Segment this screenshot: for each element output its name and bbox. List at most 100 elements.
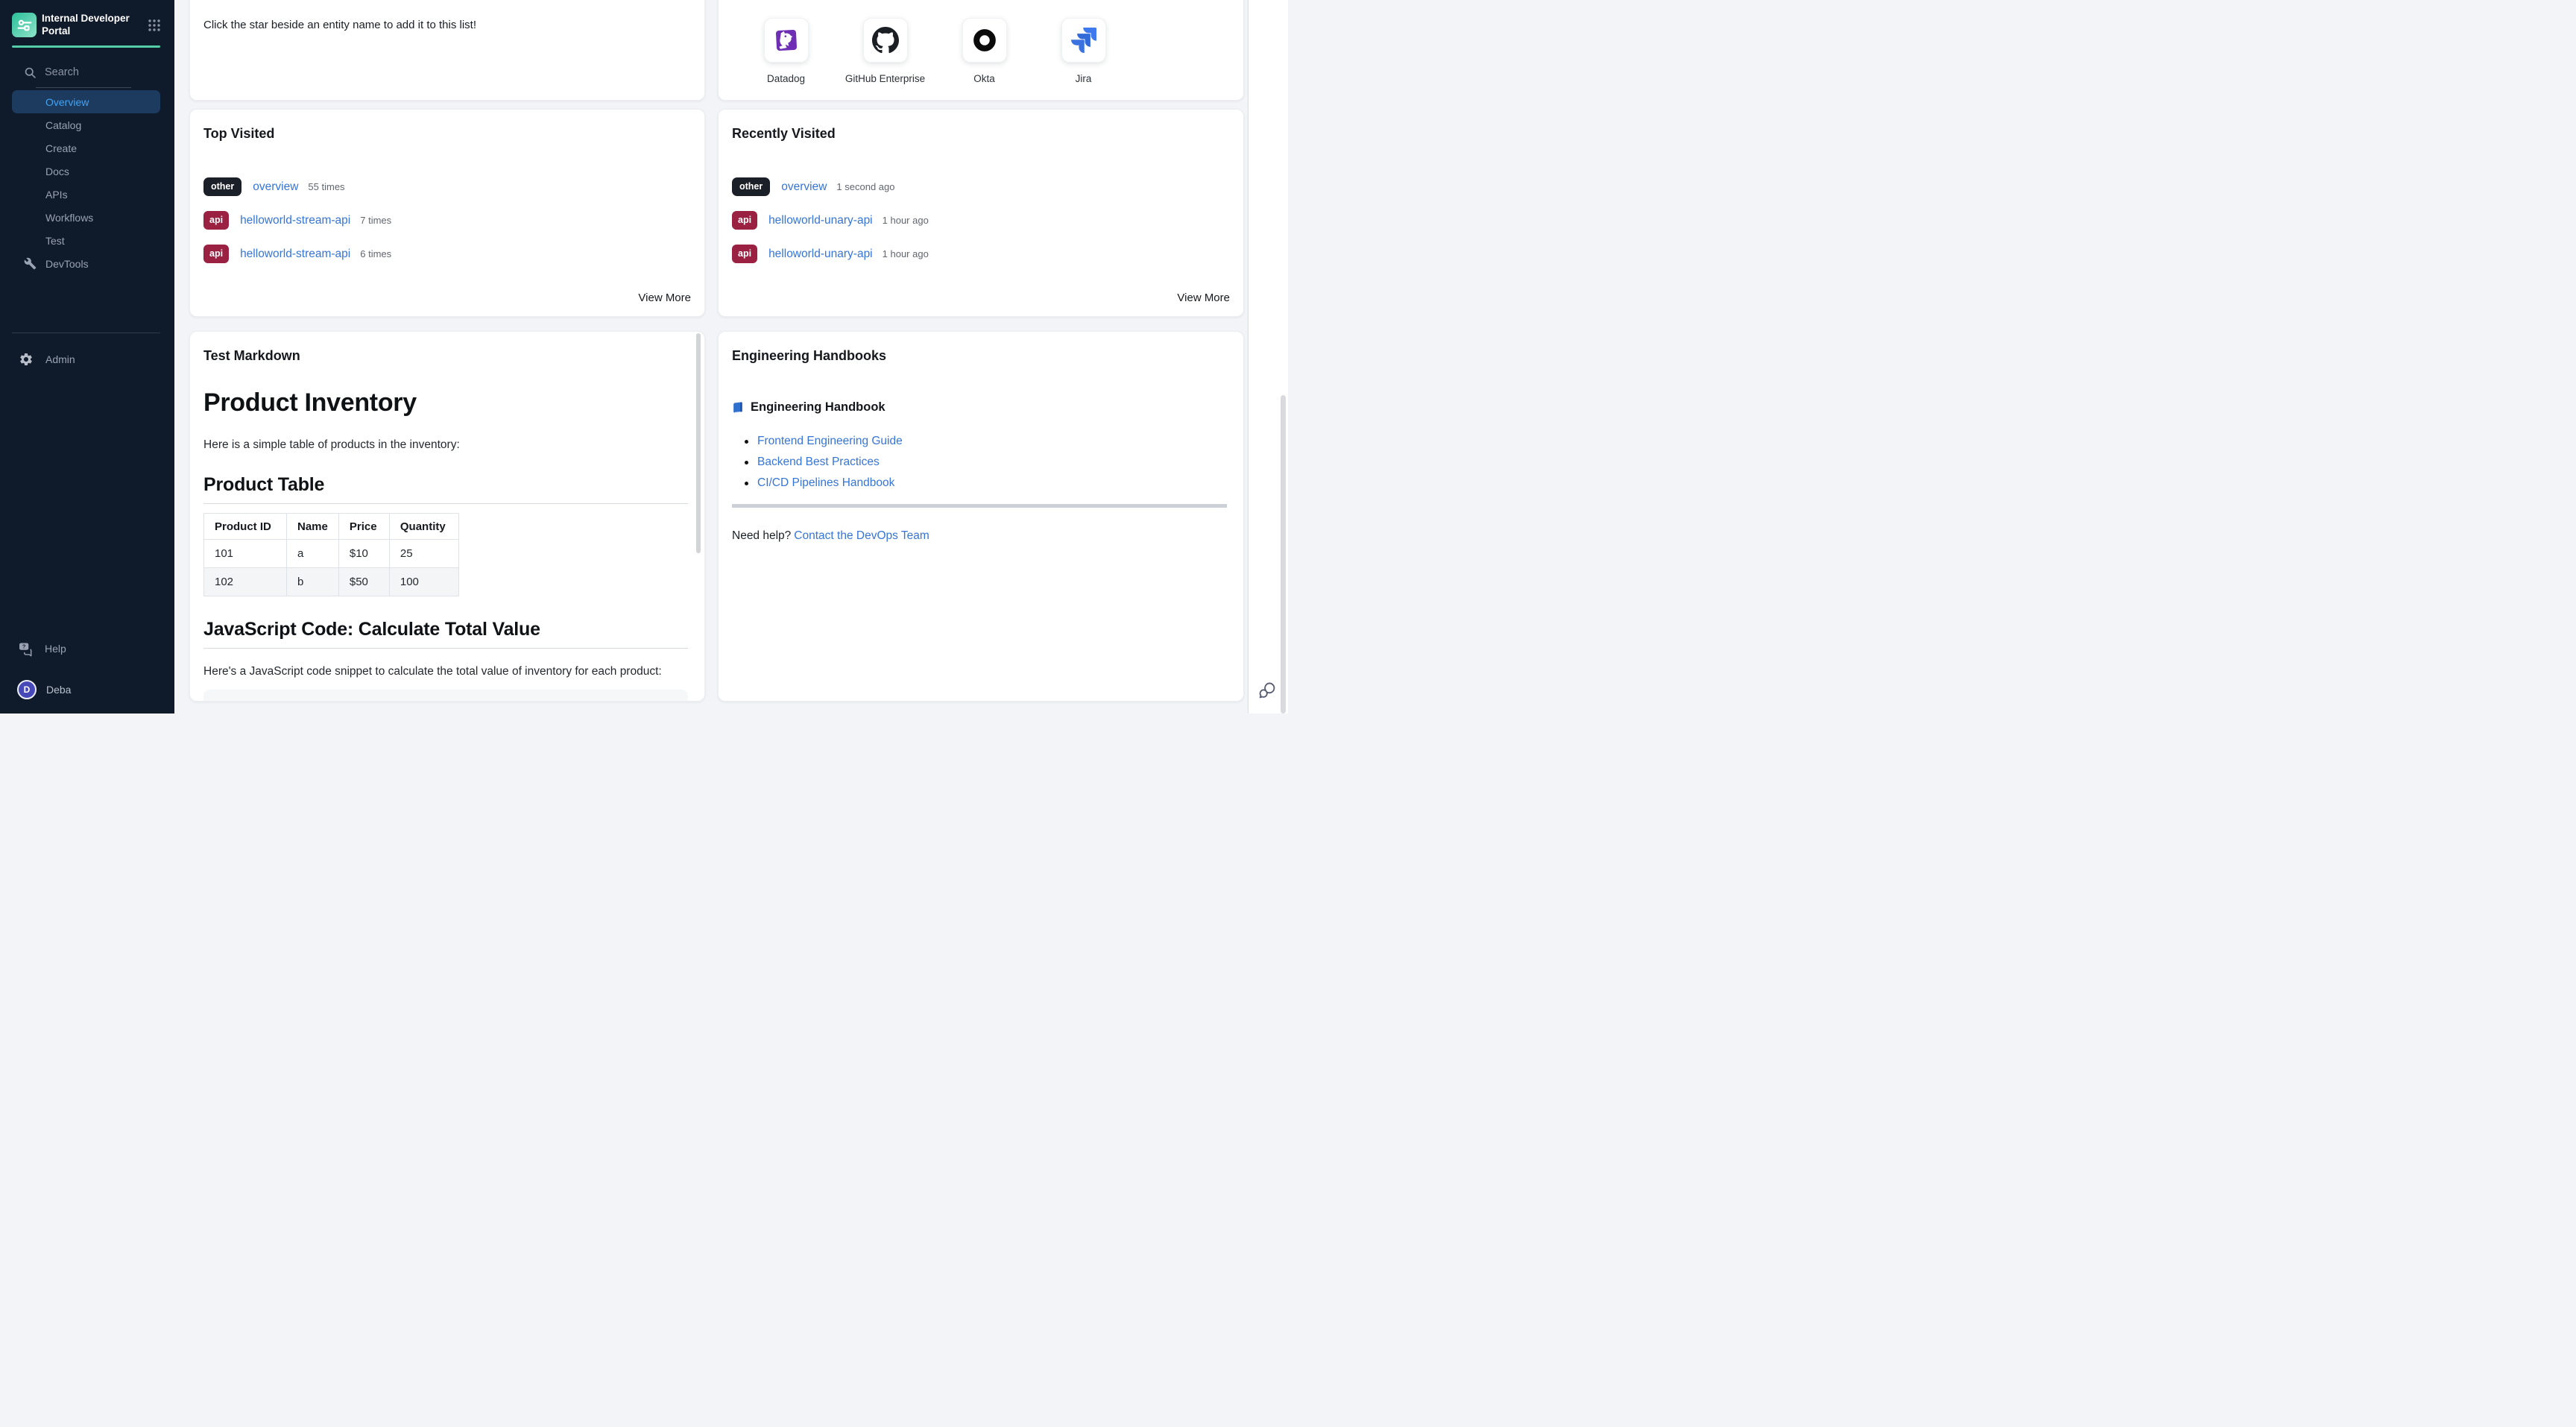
tile-jira[interactable]: Jira bbox=[1034, 18, 1133, 84]
list-item: other overview 1 second ago bbox=[732, 170, 1230, 204]
list-item: api helloworld-unary-api 1 hour ago bbox=[732, 237, 1230, 271]
table-header: Product ID bbox=[204, 514, 287, 540]
handbook-link[interactable]: Backend Best Practices bbox=[757, 456, 880, 469]
card-title: Engineering Handbooks bbox=[732, 348, 886, 364]
search-input[interactable]: Search bbox=[24, 63, 160, 82]
starred-entities-card: Click the star beside an entity name to … bbox=[189, 0, 705, 101]
sidebar-item-devtools[interactable]: DevTools bbox=[12, 252, 160, 275]
wrench-icon bbox=[24, 257, 37, 271]
search-icon bbox=[24, 66, 37, 79]
app-logo[interactable] bbox=[12, 13, 37, 37]
tile-github-enterprise[interactable]: GitHub Enterprise bbox=[836, 18, 935, 84]
handbook-links: Frontend Engineering Guide Backend Best … bbox=[757, 431, 903, 494]
sidebar-item-help[interactable]: ? Help bbox=[12, 637, 160, 660]
view-more-link[interactable]: View More bbox=[638, 292, 691, 304]
book-icon bbox=[732, 401, 745, 414]
markdown-h2-js-code: JavaScript Code: Calculate Total Value bbox=[203, 619, 688, 649]
tile-label: GitHub Enterprise bbox=[845, 73, 925, 84]
table-row: 102 b $50 100 bbox=[204, 568, 459, 596]
thick-divider bbox=[732, 504, 1227, 508]
tile-label: Jira bbox=[1076, 73, 1092, 84]
table-header: Price bbox=[338, 514, 389, 540]
sidebar-accent-divider bbox=[12, 45, 160, 48]
search-underline bbox=[36, 87, 131, 88]
right-rail bbox=[1248, 0, 1288, 714]
top-visited-list: other overview 55 times api helloworld-s… bbox=[203, 170, 691, 271]
table-header: Quantity bbox=[389, 514, 458, 540]
recently-visited-card: Recently Visited other overview 1 second… bbox=[718, 109, 1244, 317]
entity-link[interactable]: helloworld-unary-api bbox=[768, 248, 873, 261]
list-item: api helloworld-unary-api 1 hour ago bbox=[732, 204, 1230, 237]
help-chat-icon: ? bbox=[18, 641, 34, 657]
svg-text:?: ? bbox=[22, 643, 26, 649]
user-avatar: D bbox=[17, 680, 37, 699]
chat-bubbles-icon[interactable] bbox=[1257, 681, 1277, 700]
sidebar-item-workflows[interactable]: Workflows bbox=[12, 206, 160, 229]
markdown-paragraph: Here is a simple table of products in th… bbox=[203, 438, 688, 452]
kind-badge-api: api bbox=[203, 211, 229, 230]
kind-badge-other: other bbox=[203, 177, 242, 196]
contact-devops-link[interactable]: Contact the DevOps Team bbox=[794, 529, 929, 542]
quick-access-card: Datadog GitHub Enterprise Okta bbox=[718, 0, 1244, 101]
tile-okta[interactable]: Okta bbox=[935, 18, 1034, 84]
visit-count: 6 times bbox=[360, 248, 391, 259]
list-item: Backend Best Practices bbox=[757, 452, 903, 473]
sidebar-header: Internal Developer Portal bbox=[12, 13, 162, 38]
sidebar-item-create[interactable]: Create bbox=[12, 136, 160, 160]
code-block: const products = [ bbox=[203, 690, 688, 702]
main-content: Click the star beside an entity name to … bbox=[174, 0, 1248, 714]
card-scrollbar-thumb[interactable] bbox=[696, 333, 701, 553]
sidebar-item-test[interactable]: Test bbox=[12, 229, 160, 252]
markdown-h2-product-table: Product Table bbox=[203, 474, 688, 504]
kind-badge-api: api bbox=[732, 245, 757, 263]
sidebar: Internal Developer Portal Search Overvie… bbox=[0, 0, 174, 714]
sliders-logo-icon bbox=[16, 17, 33, 34]
kind-badge-api: api bbox=[732, 211, 757, 230]
visit-count: 55 times bbox=[308, 181, 344, 192]
handbook-section-heading: Engineering Handbook bbox=[732, 400, 886, 415]
tile-datadog[interactable]: Datadog bbox=[736, 18, 836, 84]
visit-count: 7 times bbox=[360, 215, 391, 226]
app-title: Internal Developer Portal bbox=[42, 13, 130, 37]
sidebar-item-catalog[interactable]: Catalog bbox=[12, 113, 160, 136]
help-line: Need help?Contact the DevOps Team bbox=[732, 529, 929, 543]
table-row: 101 a $10 25 bbox=[204, 540, 459, 568]
visit-time: 1 hour ago bbox=[883, 215, 929, 226]
list-item: api helloworld-stream-api 6 times bbox=[203, 237, 691, 271]
tile-label: Okta bbox=[973, 73, 995, 84]
handbook-link[interactable]: Frontend Engineering Guide bbox=[757, 435, 903, 448]
kind-badge-api: api bbox=[203, 245, 229, 263]
sidebar-nav: Overview Catalog Create Docs APIs Workfl… bbox=[0, 90, 174, 275]
sidebar-item-admin[interactable]: Admin bbox=[12, 348, 160, 371]
page-scrollbar-thumb[interactable] bbox=[1281, 395, 1286, 714]
entity-link[interactable]: helloworld-stream-api bbox=[240, 248, 350, 261]
table-header: Name bbox=[287, 514, 339, 540]
jira-logo-icon bbox=[1071, 28, 1096, 53]
sidebar-item-docs[interactable]: Docs bbox=[12, 160, 160, 183]
list-item: Frontend Engineering Guide bbox=[757, 431, 903, 452]
visit-time: 1 hour ago bbox=[883, 248, 929, 259]
entity-link[interactable]: overview bbox=[781, 180, 827, 194]
entity-link[interactable]: overview bbox=[253, 180, 298, 194]
apps-grid-icon[interactable] bbox=[148, 19, 161, 32]
sidebar-item-apis[interactable]: APIs bbox=[12, 183, 160, 206]
datadog-logo-icon bbox=[773, 27, 800, 54]
user-name: Deba bbox=[46, 684, 71, 696]
entity-link[interactable]: helloworld-unary-api bbox=[768, 214, 873, 227]
card-title: Recently Visited bbox=[732, 126, 836, 142]
tile-label: Datadog bbox=[767, 73, 805, 84]
starred-empty-message: Click the star beside an entity name to … bbox=[203, 19, 476, 31]
sidebar-item-overview[interactable]: Overview bbox=[12, 90, 160, 113]
visit-time: 1 second ago bbox=[836, 181, 894, 192]
list-item: CI/CD Pipelines Handbook bbox=[757, 473, 903, 494]
entity-link[interactable]: helloworld-stream-api bbox=[240, 214, 350, 227]
search-placeholder: Search bbox=[45, 66, 79, 78]
handbook-link[interactable]: CI/CD Pipelines Handbook bbox=[757, 476, 894, 490]
github-logo-icon bbox=[872, 27, 899, 54]
view-more-link[interactable]: View More bbox=[1177, 292, 1230, 304]
card-title: Top Visited bbox=[203, 126, 274, 142]
engineering-handbooks-card: Engineering Handbooks Engineering Handbo… bbox=[718, 331, 1244, 702]
top-visited-card: Top Visited other overview 55 times api … bbox=[189, 109, 705, 317]
user-menu[interactable]: D Deba bbox=[12, 677, 160, 702]
okta-logo-icon bbox=[971, 27, 998, 54]
